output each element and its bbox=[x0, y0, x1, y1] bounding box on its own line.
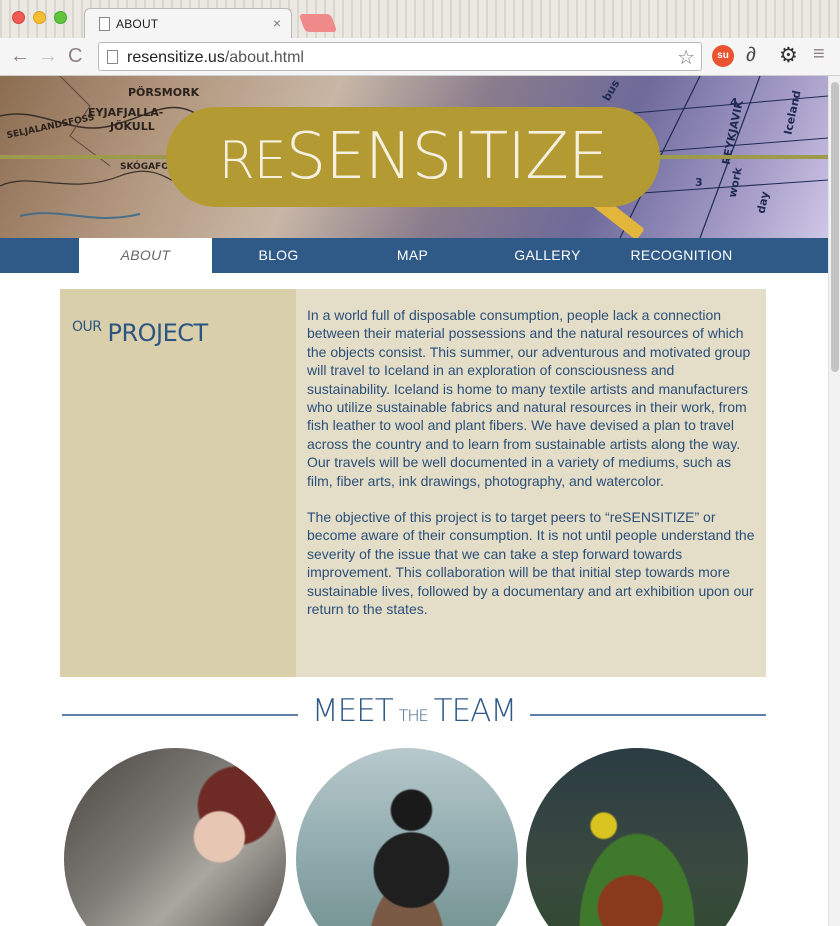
page-icon bbox=[107, 50, 118, 64]
browser-tab[interactable]: ABOUT × bbox=[84, 8, 292, 38]
link-extension-icon[interactable]: ∂ bbox=[746, 44, 756, 67]
page-icon bbox=[99, 17, 110, 31]
logo-prefix: RE bbox=[218, 131, 287, 191]
site-header-banner: PÖRSMORK EYJAFJALLA- JÖKULL SELJALANDSFO… bbox=[0, 76, 828, 238]
project-title-small: OUR bbox=[72, 319, 102, 335]
settings-gear-icon[interactable]: ⚙ bbox=[779, 43, 798, 68]
project-description: In a world full of disposable consumptio… bbox=[307, 306, 759, 637]
team-title: MEET THE TEAM bbox=[298, 693, 530, 729]
note-word: 3 bbox=[695, 176, 703, 189]
nav-item-gallery[interactable]: GALLERY bbox=[480, 238, 615, 273]
tab-title: ABOUT bbox=[116, 17, 159, 31]
team-member-photo[interactable] bbox=[64, 748, 286, 926]
meet-the-team-heading: MEET THE TEAM bbox=[60, 691, 766, 735]
team-title-right: TEAM bbox=[433, 693, 517, 729]
logo-main: SENSITIZE bbox=[285, 120, 609, 194]
project-paragraph: In a world full of disposable consumptio… bbox=[307, 307, 751, 489]
nav-item-recognition[interactable]: RECOGNITION bbox=[615, 238, 748, 273]
scrollbar-thumb[interactable] bbox=[831, 82, 839, 372]
project-title: OUR PROJECT bbox=[72, 319, 208, 347]
stumbleupon-extension-icon[interactable]: su bbox=[712, 45, 734, 67]
project-title-big: PROJECT bbox=[107, 319, 209, 347]
note-word: 4 bbox=[730, 96, 738, 109]
project-section: OUR PROJECT In a world full of disposable… bbox=[60, 289, 766, 677]
heading-divider bbox=[530, 714, 766, 716]
url-path: /about.html bbox=[224, 49, 304, 66]
address-bar[interactable]: resensitize.us/about.html ☆ bbox=[98, 42, 702, 71]
back-arrow-icon[interactable]: ← bbox=[10, 44, 30, 68]
team-title-left: MEET bbox=[311, 693, 394, 729]
browser-titlebar: ABOUT × bbox=[0, 0, 840, 38]
project-paragraph: The objective of this project is to targ… bbox=[307, 509, 755, 618]
tab-close-icon[interactable]: × bbox=[273, 15, 281, 31]
bookmark-star-icon[interactable]: ☆ bbox=[677, 45, 695, 70]
main-navigation: ABOUT BLOG MAP GALLERY RECOGNITION bbox=[0, 238, 828, 273]
site-logo[interactable]: RESENSITIZE bbox=[166, 107, 660, 207]
page-viewport: PÖRSMORK EYJAFJALLA- JÖKULL SELJALANDSFO… bbox=[0, 76, 828, 926]
nav-item-blog[interactable]: BLOG bbox=[212, 238, 345, 273]
team-member-photo[interactable] bbox=[526, 748, 748, 926]
zoom-window-button[interactable] bbox=[54, 11, 67, 24]
forward-arrow-icon[interactable]: → bbox=[38, 44, 58, 68]
url-domain: resensitize.us bbox=[127, 49, 225, 66]
page-scrollbar[interactable] bbox=[828, 76, 840, 926]
nav-item-about[interactable]: ABOUT bbox=[79, 238, 212, 273]
heading-divider bbox=[62, 714, 298, 716]
team-title-mid: THE bbox=[398, 706, 429, 725]
map-label: EYJAFJALLA- bbox=[88, 106, 164, 119]
url-text[interactable]: resensitize.us/about.html bbox=[127, 49, 304, 67]
project-sidebar: OUR PROJECT bbox=[60, 289, 296, 677]
close-window-button[interactable] bbox=[12, 11, 25, 24]
team-member-photo[interactable] bbox=[296, 748, 518, 926]
reload-icon[interactable]: C bbox=[68, 44, 82, 68]
browser-menu-icon[interactable]: ≡ bbox=[813, 43, 825, 66]
map-label: PÖRSMORK bbox=[128, 86, 200, 99]
nav-item-map[interactable]: MAP bbox=[345, 238, 480, 273]
minimize-window-button[interactable] bbox=[33, 11, 46, 24]
new-tab-button[interactable] bbox=[298, 14, 338, 32]
map-label: JÖKULL bbox=[110, 120, 155, 133]
